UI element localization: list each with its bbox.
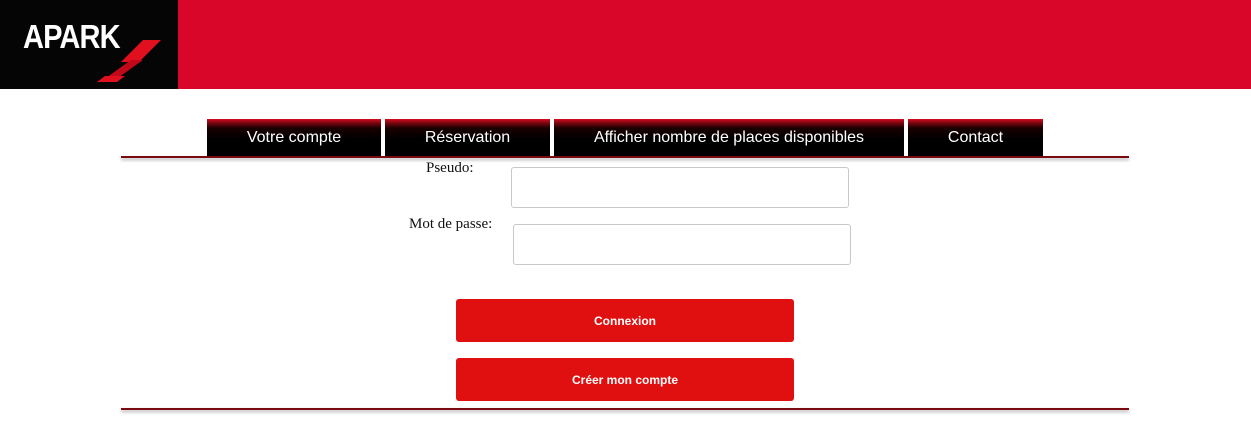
- site-header: APARK: [0, 0, 1251, 89]
- apark-logo[interactable]: APARK: [0, 0, 178, 89]
- nav-item-places-disponibles[interactable]: Afficher nombre de places disponibles: [554, 119, 904, 157]
- bottom-divider: [121, 408, 1129, 410]
- password-input[interactable]: [513, 224, 851, 265]
- nav-item-contact[interactable]: Contact: [908, 119, 1043, 157]
- logo-swoosh-icon: [97, 40, 161, 82]
- main-nav: Votre compte Réservation Afficher nombre…: [0, 119, 1251, 157]
- password-label: Mot de passe:: [409, 216, 493, 232]
- nav-item-votre-compte[interactable]: Votre compte: [207, 119, 381, 157]
- connexion-button[interactable]: Connexion: [456, 299, 794, 342]
- nav-item-reservation[interactable]: Réservation: [385, 119, 550, 157]
- pseudo-label: Pseudo:: [426, 160, 474, 176]
- create-account-button[interactable]: Créer mon compte: [456, 358, 794, 401]
- pseudo-input[interactable]: [511, 167, 849, 208]
- top-divider: [121, 156, 1129, 158]
